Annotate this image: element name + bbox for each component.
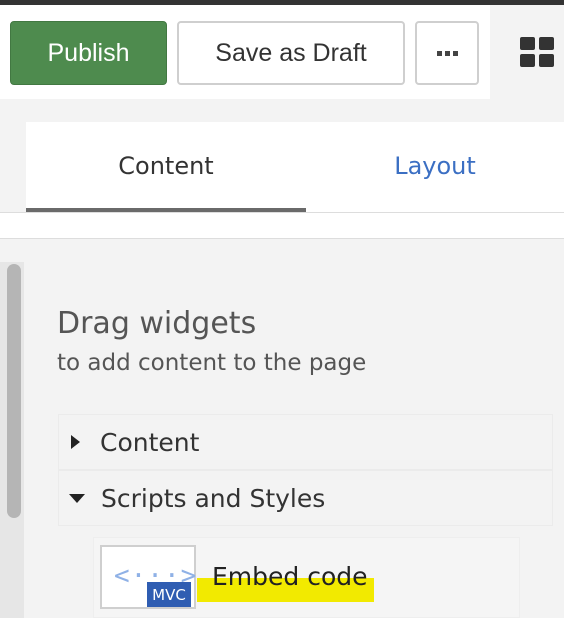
publish-button[interactable]: Publish <box>10 21 167 85</box>
more-options-button[interactable] <box>415 21 479 85</box>
mvc-badge: MVC <box>147 582 191 607</box>
widget-label: Embed code <box>212 562 368 591</box>
panel-title: Drag widgets <box>57 306 257 341</box>
tab-content[interactable]: Content <box>26 122 306 212</box>
section-scripts-and-styles[interactable]: Scripts and Styles <box>58 470 553 526</box>
grid-icon[interactable] <box>520 37 554 67</box>
editor-tabs: Content Layout <box>26 122 564 212</box>
ellipsis-icon <box>436 50 458 56</box>
section-label: Scripts and Styles <box>101 483 326 513</box>
scrollbar-thumb[interactable] <box>7 264 21 518</box>
save-as-draft-button[interactable]: Save as Draft <box>177 21 405 85</box>
caret-right-icon <box>71 435 80 449</box>
tab-layout[interactable]: Layout <box>306 122 564 210</box>
section-label: Content <box>100 427 200 457</box>
caret-down-icon <box>69 493 85 503</box>
section-content[interactable]: Content <box>58 414 553 470</box>
toolbox-header-band <box>0 213 564 239</box>
panel-subtitle: to add content to the page <box>57 350 367 376</box>
